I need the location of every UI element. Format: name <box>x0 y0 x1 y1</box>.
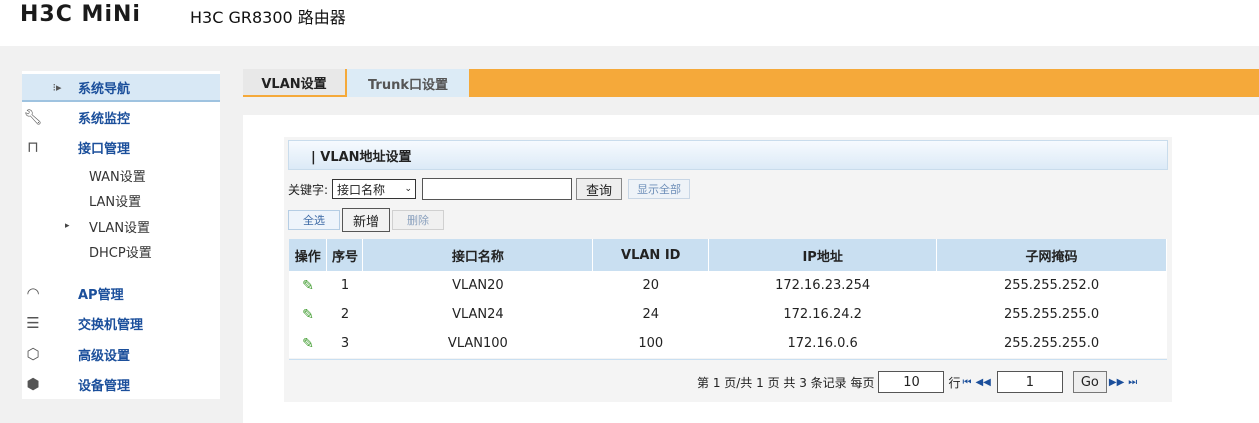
vlan-table: 操作 序号 接口名称 VLAN ID IP地址 子网掩码 ✎ 1 VLAN20 … <box>289 239 1167 358</box>
row-index: 2 <box>340 307 350 322</box>
sidebar-item-advanced-settings[interactable]: ⬡ 高级设置 <box>22 340 220 368</box>
switch-icon: ☰ <box>26 314 40 332</box>
column-header-interface-name: 接口名称 <box>362 239 594 271</box>
tab-bar: VLAN设置 Trunk口设置 <box>243 69 1259 97</box>
last-page-icon[interactable]: ⏭ <box>1128 377 1137 388</box>
advanced-icon: ⬡ <box>26 345 40 363</box>
sidebar-item-switch-management[interactable]: ☰ 交换机管理 <box>22 309 220 337</box>
table-row: ✎ 3 VLAN100 100 172.16.0.6 255.255.255.0 <box>289 329 1167 358</box>
table-row: ✎ 1 VLAN20 20 172.16.23.254 255.255.252.… <box>289 271 1167 300</box>
header: H3C MiNi H3C GR8300 路由器 <box>0 0 1259 46</box>
row-index: 1 <box>340 278 350 293</box>
wrench-icon: 🔧︎ <box>23 108 43 126</box>
navigation-icon: ⁝▸ <box>52 80 62 94</box>
table-header-row: 操作 序号 接口名称 VLAN ID IP地址 子网掩码 <box>289 239 1167 271</box>
keyword-label: 关键字: <box>288 182 329 197</box>
wifi-icon: ◠ <box>26 284 40 302</box>
first-page-icon[interactable]: ⏮ <box>962 377 971 388</box>
column-header-subnet-mask: 子网掩码 <box>936 239 1167 271</box>
show-all-button[interactable]: 显示全部 <box>628 179 691 199</box>
row-unit-label: 行 <box>948 375 961 390</box>
row-subnet-mask: 255.255.255.0 <box>1003 307 1100 322</box>
search-row: 关键字: 接口名称 ⌄ 查询 显示全部 <box>288 178 691 200</box>
pagination: 第 1 页/共 1 页 共 3 条记录 每页 10 行 ⏮ ◀◀ 1 Go ▶▶… <box>697 371 1139 393</box>
row-vlan-id: 100 <box>638 336 664 351</box>
tab-trunk-settings[interactable]: Trunk口设置 <box>345 69 469 97</box>
add-button[interactable]: 新增 <box>342 208 390 232</box>
next-page-icon[interactable]: ▶▶ <box>1109 377 1124 388</box>
edit-pencil-icon[interactable]: ✎ <box>302 307 314 323</box>
row-interface-name: VLAN20 <box>452 278 504 293</box>
row-ip-address: 172.16.24.2 <box>783 307 862 322</box>
row-ip-address: 172.16.23.254 <box>775 278 871 293</box>
action-row: 全选 新增 删除 <box>288 208 444 232</box>
interface-icon: ⊓ <box>27 138 39 156</box>
pager-summary: 第 1 页/共 1 页 共 3 条记录 每页 <box>697 375 875 390</box>
sidebar-item-system-monitor[interactable]: 🔧︎ 系统监控 <box>22 103 220 131</box>
row-subnet-mask: 255.255.252.0 <box>1003 278 1100 293</box>
row-vlan-id: 20 <box>642 278 660 293</box>
row-ip-address: 172.16.0.6 <box>787 336 858 351</box>
h3c-logo: H3C MiNi <box>20 2 141 27</box>
product-title: H3C GR8300 路由器 <box>190 8 346 27</box>
panel-title: | VLAN地址设置 <box>288 140 1168 170</box>
sidebar-subitem-dhcp[interactable]: DHCP设置 <box>89 242 152 261</box>
table-bottom-border <box>289 359 1167 360</box>
row-vlan-id: 24 <box>642 307 660 322</box>
chevron-down-icon: ⌄ <box>404 184 413 194</box>
sidebar-subitem-wan[interactable]: WAN设置 <box>89 166 146 185</box>
sidebar-item-device-management[interactable]: ⬢ 设备管理 <box>22 370 220 398</box>
tab-vlan-settings[interactable]: VLAN设置 <box>243 69 345 97</box>
delete-button[interactable]: 删除 <box>392 210 444 230</box>
sidebar: ⁝▸ 系统导航 🔧︎ 系统监控 ⊓ 接口管理 WAN设置 LAN设置 ▸ VLA… <box>22 71 220 399</box>
query-button[interactable]: 查询 <box>576 178 623 200</box>
sidebar-subitem-vlan[interactable]: VLAN设置 <box>89 217 150 236</box>
sidebar-subitem-lan[interactable]: LAN设置 <box>89 191 141 210</box>
sidebar-item-system-navigation[interactable]: ⁝▸ 系统导航 <box>22 74 220 102</box>
column-header-index: 序号 <box>326 239 364 271</box>
sidebar-item-ap-management[interactable]: ◠ AP管理 <box>22 279 220 307</box>
prev-page-icon[interactable]: ◀◀ <box>975 377 990 388</box>
per-page-input[interactable]: 10 <box>878 371 945 393</box>
column-header-vlan-id: VLAN ID <box>592 239 710 271</box>
row-interface-name: VLAN24 <box>452 307 504 322</box>
box-icon: ⬢ <box>26 375 40 393</box>
sidebar-item-interface-management[interactable]: ⊓ 接口管理 <box>22 133 220 161</box>
edit-pencil-icon[interactable]: ✎ <box>302 336 314 352</box>
row-interface-name: VLAN100 <box>447 336 508 351</box>
page-number-input[interactable]: 1 <box>996 371 1063 393</box>
row-index: 3 <box>340 336 350 351</box>
search-input[interactable] <box>422 178 573 200</box>
column-header-action: 操作 <box>289 239 328 271</box>
edit-pencil-icon[interactable]: ✎ <box>302 278 314 294</box>
column-header-ip-address: IP地址 <box>708 239 938 271</box>
table-row: ✎ 2 VLAN24 24 172.16.24.2 255.255.255.0 <box>289 300 1167 329</box>
row-subnet-mask: 255.255.255.0 <box>1003 336 1100 351</box>
keyword-select[interactable]: 接口名称 ⌄ <box>332 179 417 199</box>
active-bullet-icon: ▸ <box>65 221 70 231</box>
select-all-button[interactable]: 全选 <box>288 210 340 230</box>
go-button[interactable]: Go <box>1072 371 1107 393</box>
